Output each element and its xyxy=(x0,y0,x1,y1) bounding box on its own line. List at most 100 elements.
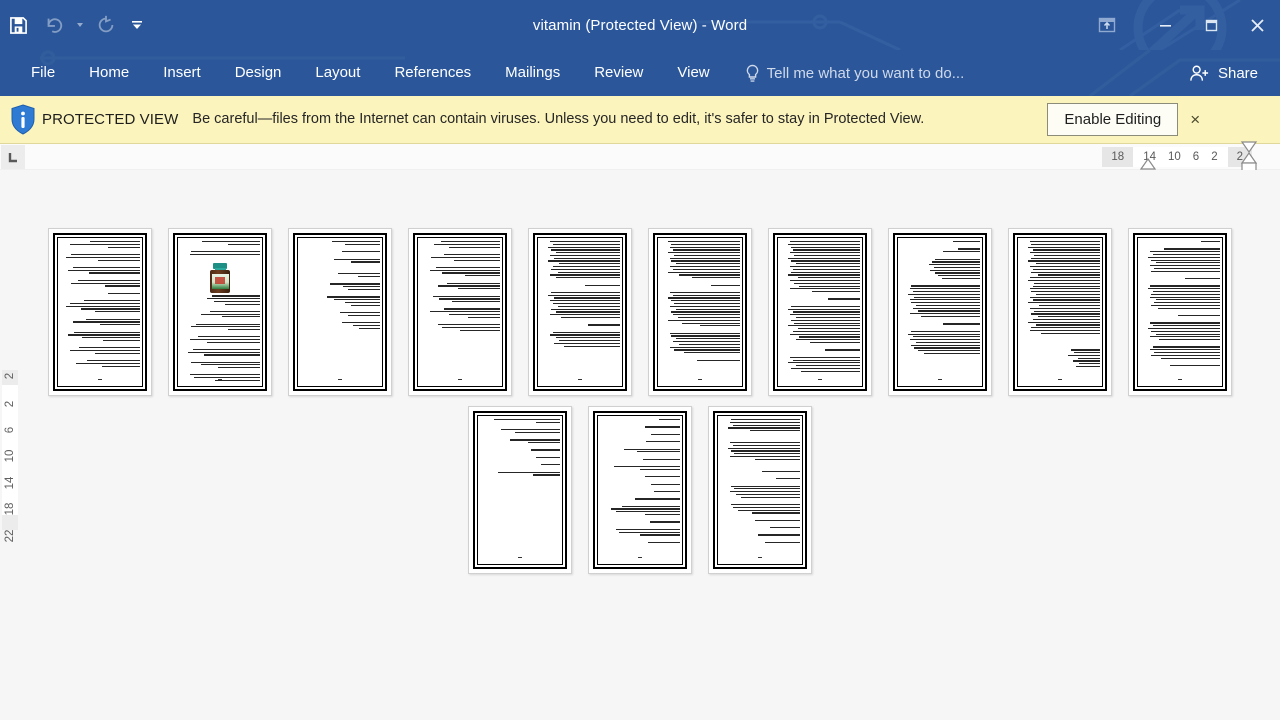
tab-review[interactable]: Review xyxy=(577,50,660,96)
pages-container[interactable] xyxy=(0,170,1280,720)
share-button[interactable]: Share xyxy=(1179,50,1268,96)
text-line xyxy=(1077,357,1100,359)
text-line xyxy=(671,311,740,313)
text-line xyxy=(728,427,800,429)
text-line xyxy=(429,311,500,313)
page-number-mark xyxy=(535,367,625,385)
text-line xyxy=(90,241,140,243)
page-thumbnail-9[interactable] xyxy=(1008,228,1112,396)
close-button[interactable] xyxy=(1234,0,1280,50)
left-tab-stop-icon xyxy=(8,152,17,162)
text-line xyxy=(679,274,740,276)
page-thumbnail-12[interactable] xyxy=(588,406,692,574)
page-text-lines xyxy=(720,419,800,559)
tab-home[interactable]: Home xyxy=(72,50,146,96)
text-line xyxy=(711,284,740,286)
undo-button[interactable] xyxy=(36,5,72,45)
tab-view[interactable]: View xyxy=(660,50,726,96)
text-line xyxy=(204,354,260,356)
horizontal-ruler[interactable]: 18 14 10 6 2 2 xyxy=(1102,141,1258,172)
tab-file[interactable]: File xyxy=(14,50,72,96)
undo-dropdown-arrow[interactable] xyxy=(72,5,88,45)
ribbon-display-options-button[interactable] xyxy=(1084,0,1130,50)
text-line xyxy=(700,325,740,327)
text-line xyxy=(1071,349,1100,351)
text-line xyxy=(909,313,980,315)
close-protected-view-bar-button[interactable]: × xyxy=(1184,100,1206,140)
text-line xyxy=(671,335,740,337)
page-thumbnail-8[interactable] xyxy=(888,228,992,396)
text-line xyxy=(549,314,620,316)
page-thumbnail-10[interactable] xyxy=(1128,228,1232,396)
enable-editing-button[interactable]: Enable Editing xyxy=(1047,103,1179,136)
page-thumbnail-6[interactable] xyxy=(648,228,752,396)
text-line xyxy=(207,341,260,343)
document-workspace[interactable]: 2 2 6 10 14 18 22 xyxy=(0,170,1280,720)
tab-layout[interactable]: Layout xyxy=(298,50,377,96)
page-thumbnail-4[interactable] xyxy=(408,228,512,396)
window-controls xyxy=(1084,0,1280,50)
tab-design[interactable]: Design xyxy=(218,50,299,96)
text-line xyxy=(103,339,140,342)
minimize-button[interactable] xyxy=(1142,0,1188,50)
restore-button[interactable] xyxy=(1188,0,1234,50)
page-thumbnail-3[interactable] xyxy=(288,228,392,396)
text-line xyxy=(728,447,800,449)
save-button[interactable] xyxy=(0,5,36,45)
text-line xyxy=(676,308,740,310)
page-thumbnail-7[interactable] xyxy=(768,228,872,396)
text-line xyxy=(1156,262,1220,264)
page-thumbnail-2[interactable] xyxy=(168,228,272,396)
text-line xyxy=(812,291,860,293)
text-line xyxy=(532,474,560,476)
tab-stop-selector[interactable] xyxy=(1,145,25,169)
text-line xyxy=(755,519,800,521)
text-line xyxy=(88,272,140,274)
text-line xyxy=(917,350,980,352)
text-line xyxy=(776,478,800,480)
text-line xyxy=(917,310,980,312)
tab-references[interactable]: References xyxy=(377,50,488,96)
text-line xyxy=(672,341,740,343)
text-line xyxy=(935,272,980,274)
text-line xyxy=(500,429,560,431)
page-text-lines xyxy=(300,241,380,381)
redo-button[interactable] xyxy=(88,5,124,45)
page-text-lines xyxy=(60,241,140,381)
page-thumbnail-11[interactable] xyxy=(468,406,572,574)
text-line xyxy=(1151,259,1220,261)
text-line xyxy=(788,325,860,327)
text-line xyxy=(1029,307,1100,309)
tab-mailings[interactable]: Mailings xyxy=(488,50,577,96)
text-line xyxy=(791,246,860,248)
text-line xyxy=(911,330,980,332)
text-line xyxy=(1031,291,1100,293)
page-thumbnail-13[interactable] xyxy=(708,406,812,574)
text-line xyxy=(672,249,740,251)
text-line xyxy=(941,278,980,280)
text-line xyxy=(788,243,860,245)
customize-quick-access-toolbar[interactable] xyxy=(124,5,150,45)
share-label: Share xyxy=(1217,64,1258,82)
page-thumbnail-5[interactable] xyxy=(528,228,632,396)
page-number-mark xyxy=(295,367,385,385)
tell-me-search[interactable]: Tell me what you want to do... xyxy=(745,50,964,96)
page-border xyxy=(1133,233,1227,391)
text-line xyxy=(327,296,380,298)
page-thumbnail-1[interactable] xyxy=(48,228,152,396)
text-line xyxy=(104,285,140,287)
page-number-mark xyxy=(175,367,265,385)
text-line xyxy=(912,290,980,293)
tab-insert[interactable]: Insert xyxy=(146,50,218,96)
